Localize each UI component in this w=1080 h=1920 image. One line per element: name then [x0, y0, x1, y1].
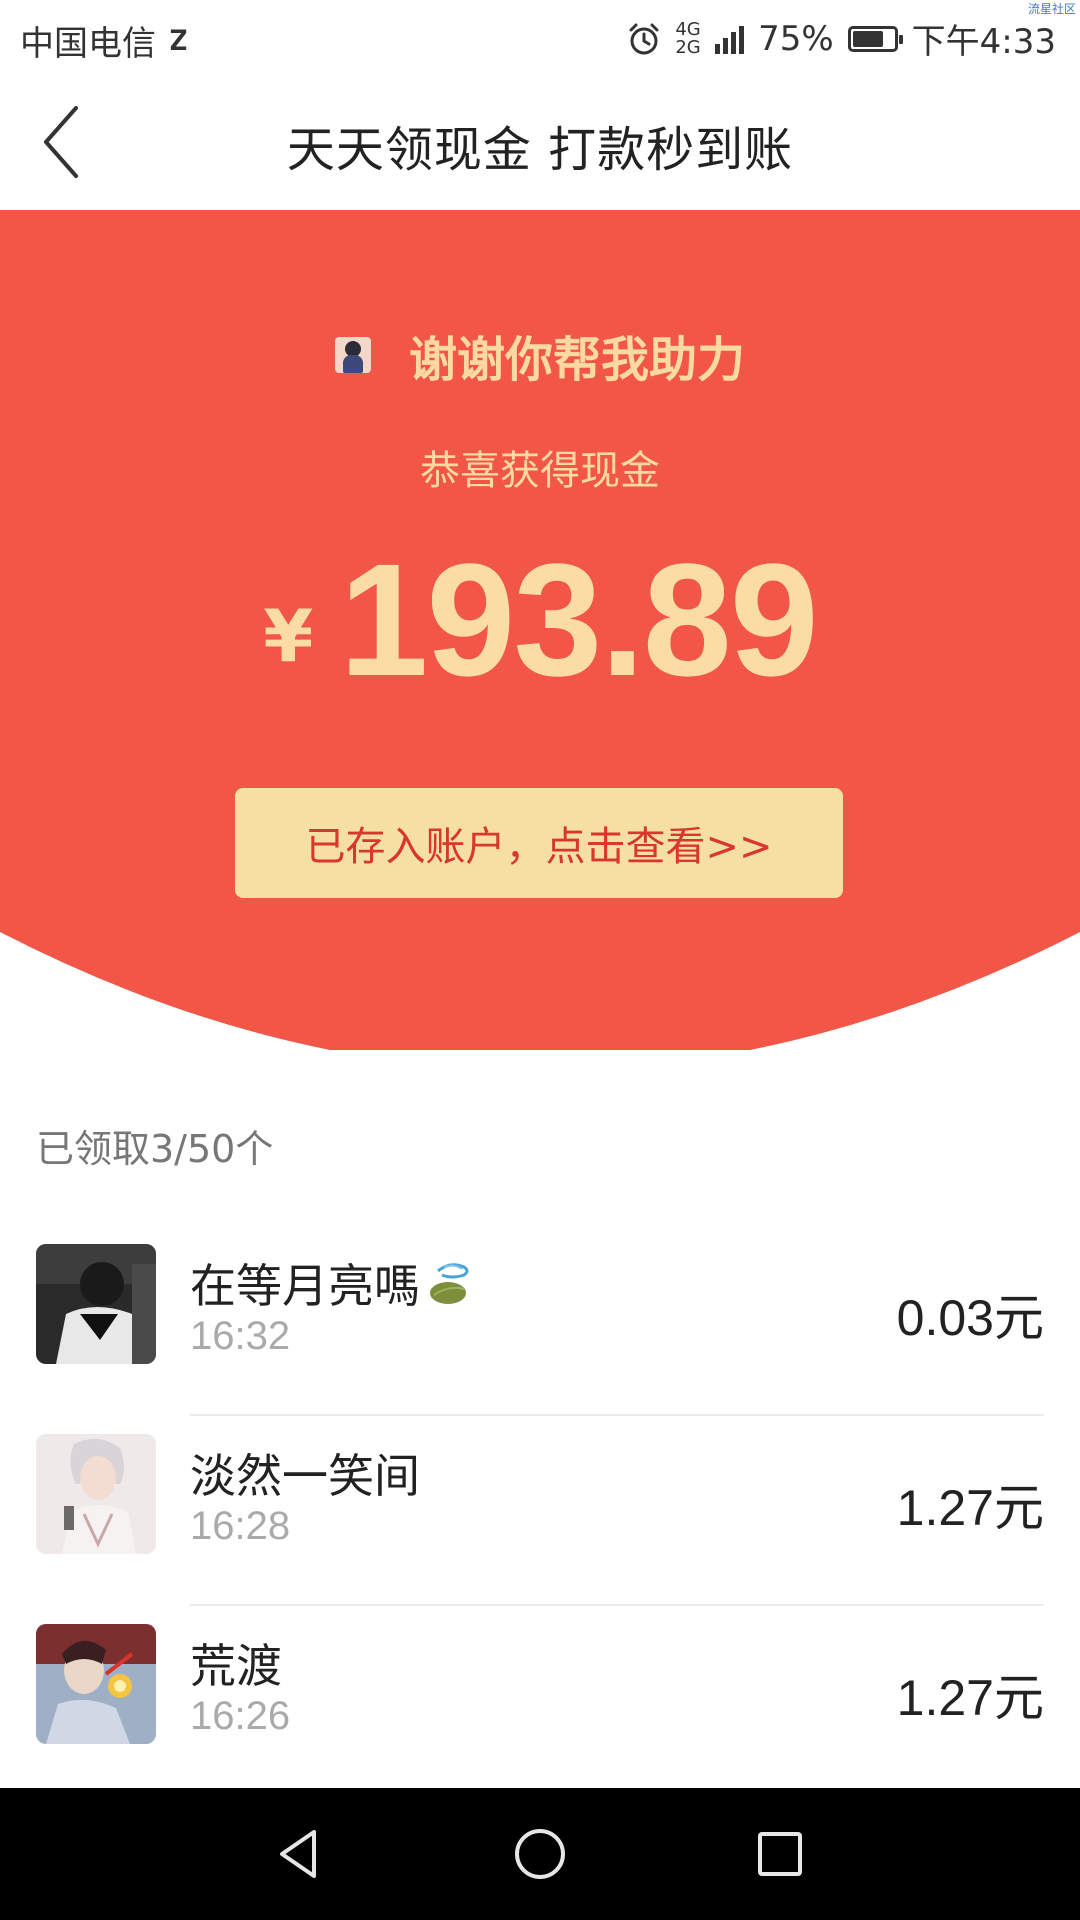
page-title: 天天领现金 打款秒到账	[286, 122, 794, 178]
battery-icon	[847, 25, 903, 52]
signal-icon	[715, 24, 745, 54]
battery-percent: 75%	[758, 18, 834, 59]
avatar-image	[36, 1624, 156, 1744]
helper-time: 16:28	[190, 1504, 291, 1548]
network-badge-top: 4G	[675, 18, 701, 40]
cash-hero: 谢谢你帮我助力 恭喜获得现金 ¥ 193.89 已存入账户，点击查看>>	[0, 210, 1080, 1050]
status-time: 下午4:33	[911, 22, 1056, 62]
helper-name: 淡然一笑间	[190, 1440, 420, 1506]
network-badge-bottom: 2G	[675, 36, 701, 58]
carrier-name: 中国电信	[20, 24, 156, 64]
helper-line: 谢谢你帮我助力	[0, 320, 1080, 390]
nav-bar: 天天领现金 打款秒到账	[0, 72, 1080, 210]
list-item[interactable]: 淡然一笑间 16:28 1.27元	[0, 1418, 1080, 1608]
system-nav-bar	[0, 1788, 1080, 1920]
helper-name-text: 荒渡	[190, 1639, 282, 1693]
divider	[190, 1604, 1044, 1606]
helper-amount: 1.27元	[896, 1670, 1044, 1726]
amount-value: 193.89	[339, 530, 818, 709]
alarm-icon	[629, 23, 659, 54]
helper-name: 在等月亮嗎	[190, 1250, 476, 1316]
avatar-image	[36, 1244, 156, 1364]
helper-list: 在等月亮嗎 16:32 0.03元 淡然一笑间 16:28 1.27元 荒渡 1…	[0, 1228, 1080, 1798]
cash-amount: ¥ 193.89	[0, 540, 1080, 700]
list-item[interactable]: 在等月亮嗎 16:32 0.03元	[0, 1228, 1080, 1418]
status-left: 中国电信 𝐙	[20, 16, 187, 65]
avatar	[36, 1244, 156, 1364]
helper-time: 16:32	[190, 1314, 291, 1358]
battery-fill	[852, 30, 883, 47]
avatar-image	[36, 1434, 156, 1554]
currency-symbol: ¥	[263, 594, 314, 678]
carrier-extra: 𝐙	[170, 23, 188, 57]
helper-name-text: 淡然一笑间	[190, 1449, 420, 1503]
helper-name-text: 在等月亮嗎	[190, 1259, 420, 1313]
view-account-button[interactable]: 已存入账户，点击查看>>	[235, 788, 843, 898]
status-right: 4G 2G 75% 下午4:33	[627, 14, 1056, 63]
avatar	[36, 1434, 156, 1554]
helper-time: 16:26	[190, 1694, 291, 1738]
square-recents-icon[interactable]	[750, 1824, 810, 1884]
tea-icon	[430, 1263, 469, 1304]
status-bar: 中国电信 𝐙 流星社区 4G 2G 75% 下午4:33	[0, 0, 1080, 72]
helper-amount: 0.03元	[896, 1290, 1044, 1346]
list-item[interactable]: 荒渡 16:26 1.27元	[0, 1608, 1080, 1798]
claimed-count: 已领取3/50个	[36, 1127, 274, 1171]
congrats-text: 恭喜获得现金	[420, 448, 660, 494]
helper-thanks-text: 谢谢你帮我助力	[408, 332, 745, 388]
triangle-back-icon[interactable]	[270, 1824, 330, 1884]
network-badge: 4G 2G	[675, 18, 701, 58]
helper-avatar	[334, 337, 371, 373]
divider	[190, 1414, 1044, 1416]
helper-amount: 1.27元	[896, 1480, 1044, 1536]
helper-name: 荒渡	[190, 1630, 282, 1696]
avatar	[36, 1624, 156, 1744]
circle-home-icon[interactable]	[510, 1824, 570, 1884]
